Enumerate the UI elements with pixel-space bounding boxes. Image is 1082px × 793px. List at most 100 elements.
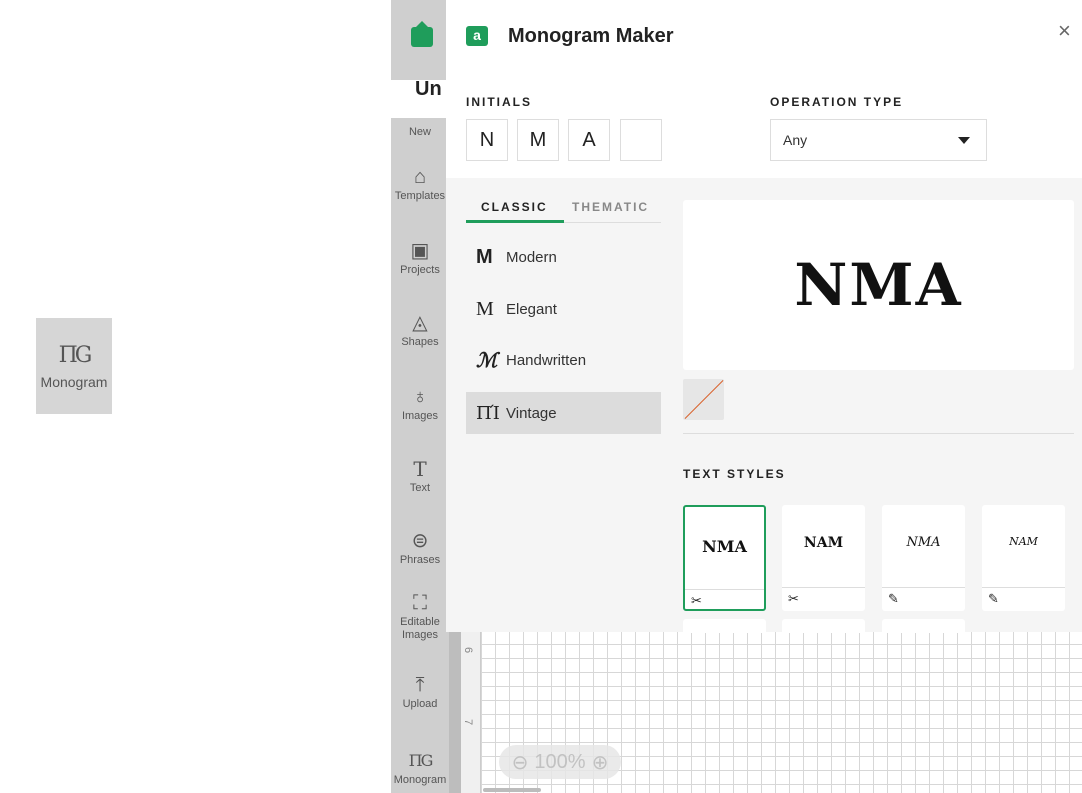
text-style-card-4[interactable]: NAM ✎ (982, 505, 1065, 611)
nav-item-label: Images (401, 410, 439, 422)
nav-item-editable-images[interactable]: ⛶ Editable Images (391, 592, 449, 642)
text-style-card-next[interactable] (882, 619, 965, 633)
card-divider (982, 587, 1065, 588)
text-styles-label: TEXT STYLES (683, 467, 786, 481)
projects-icon: ▣ (410, 240, 430, 262)
operation-type-value: Any (783, 132, 808, 148)
pen-icon: ✎ (988, 591, 999, 606)
style-vintage[interactable]: ΠΊ Vintage (466, 392, 661, 434)
text-style-card-next[interactable] (782, 619, 865, 633)
handwritten-style-icon: ℳ (476, 348, 498, 372)
nav-item-phrases[interactable]: ⊜ Phrases (391, 530, 449, 567)
nav-item-shapes[interactable]: ◬ Shapes (391, 312, 449, 349)
monogram-callout: ПG Monogram (36, 318, 112, 414)
dialog-header: a Monogram Maker × (446, 0, 1082, 80)
close-icon[interactable]: × (1058, 18, 1071, 44)
ruler-label: 6 (462, 646, 475, 654)
nav-item-label: Text (409, 482, 431, 494)
operation-type-select[interactable]: Any (770, 119, 987, 161)
divider (683, 433, 1074, 434)
nav-item-label: Shapes (401, 336, 439, 348)
canvas-edge (449, 630, 461, 793)
ruler-label: 7 (462, 718, 475, 726)
upload-icon: ⤒ (415, 674, 425, 696)
style-label: Handwritten (506, 351, 587, 369)
pen-icon: ✎ (888, 591, 899, 606)
text-style-sample: NMA (906, 535, 941, 550)
nav-item-new[interactable]: New (391, 124, 449, 139)
nav-item-images[interactable]: ♁ Images (391, 386, 449, 423)
text-icon: T (413, 457, 427, 481)
monogram-style-panel: CLASSIC THEMATIC M Modern M Elegant ℳ Ha… (446, 178, 1082, 633)
nav-item-label: Editable Images (400, 616, 440, 641)
style-label: Modern (506, 248, 557, 266)
nav-item-label: Phrases (399, 554, 441, 566)
zoom-control: ⊖ 100% ⊕ (499, 745, 621, 779)
caret-down-icon (958, 137, 970, 144)
vintage-style-icon: ΠΊ (476, 402, 500, 424)
horizontal-scrollbar[interactable] (483, 788, 541, 792)
tab-classic[interactable]: CLASSIC (481, 200, 548, 214)
text-style-card-1[interactable]: NMA ✂ (683, 505, 766, 611)
nav-item-monogram[interactable]: ПG Monogram (391, 750, 449, 787)
no-color-swatch[interactable] (683, 379, 724, 420)
style-handwritten[interactable]: ℳ Handwritten (466, 339, 661, 381)
text-style-card-next[interactable] (683, 619, 766, 633)
project-title[interactable]: Un (415, 78, 442, 101)
dialog-title: Monogram Maker (508, 25, 674, 47)
nav-item-label: Projects (400, 264, 440, 276)
monogram-icon: ПG (408, 751, 434, 770)
monogram-preview: NMA (683, 200, 1074, 370)
initials-label: INITIALS (466, 95, 532, 109)
initial-input-4[interactable] (620, 119, 662, 161)
operation-type-label: OPERATION TYPE (770, 95, 904, 109)
card-divider (882, 587, 965, 588)
zoom-in-icon[interactable]: ⊕ (592, 750, 609, 775)
tab-thematic[interactable]: THEMATIC (572, 200, 649, 214)
text-style-sample: NAM (1009, 535, 1038, 548)
nav-item-text[interactable]: T Text (391, 458, 449, 495)
zoom-out-icon[interactable]: ⊖ (512, 750, 529, 775)
style-tabs: CLASSIC THEMATIC (466, 198, 661, 223)
style-elegant[interactable]: M Elegant (466, 288, 661, 330)
monogram-callout-label: Monogram (40, 373, 108, 390)
app-logo-icon: a (466, 26, 488, 46)
card-divider (685, 589, 764, 590)
modern-style-icon: M (476, 245, 493, 268)
nav-item-projects[interactable]: ▣ Projects (391, 240, 449, 277)
nav-item-label: Upload (402, 698, 438, 710)
shapes-icon: ◬ (412, 312, 428, 334)
text-style-sample: NMA (702, 537, 747, 556)
text-style-card-3[interactable]: NMA ✎ (882, 505, 965, 611)
zoom-level: 100% (534, 750, 586, 773)
nav-item-label: Monogram (393, 774, 447, 786)
card-divider (782, 587, 865, 588)
top-bar (391, 0, 451, 80)
speech-bubble-icon: ⊜ (411, 530, 429, 552)
tshirt-icon: ⌂ (413, 166, 427, 188)
preview-text: NMA (794, 251, 963, 319)
initial-input-2[interactable]: M (517, 119, 559, 161)
text-style-sample: NAM (803, 535, 844, 551)
left-nav: New ⌂ Templates ▣ Projects ◬ Shapes ♁ Im… (391, 118, 449, 793)
nav-item-upload[interactable]: ⤒ Upload (391, 674, 449, 711)
nav-item-label: Templates (394, 190, 446, 202)
text-style-card-2[interactable]: NAM ✂ (782, 505, 865, 611)
scissors-icon: ✂ (691, 593, 702, 608)
initial-input-3[interactable]: A (568, 119, 610, 161)
lightbulb-icon: ♁ (412, 386, 428, 408)
active-tab-indicator (466, 220, 564, 223)
style-modern[interactable]: M Modern (466, 236, 661, 278)
scissors-icon: ✂ (788, 591, 799, 606)
monogram-icon: ПG (58, 342, 93, 368)
home-icon[interactable] (411, 21, 433, 47)
nav-item-label: New (408, 126, 431, 138)
vertical-ruler: 6 7 (461, 630, 481, 793)
monogram-maker-dialog: a Monogram Maker × INITIALS N M A OPERAT… (446, 0, 1082, 633)
editable-images-icon: ⛶ (413, 592, 427, 614)
style-label: Elegant (506, 300, 557, 318)
elegant-style-icon: M (476, 297, 494, 320)
nav-item-templates[interactable]: ⌂ Templates (391, 166, 449, 203)
style-label: Vintage (506, 404, 557, 422)
initial-input-1[interactable]: N (466, 119, 508, 161)
